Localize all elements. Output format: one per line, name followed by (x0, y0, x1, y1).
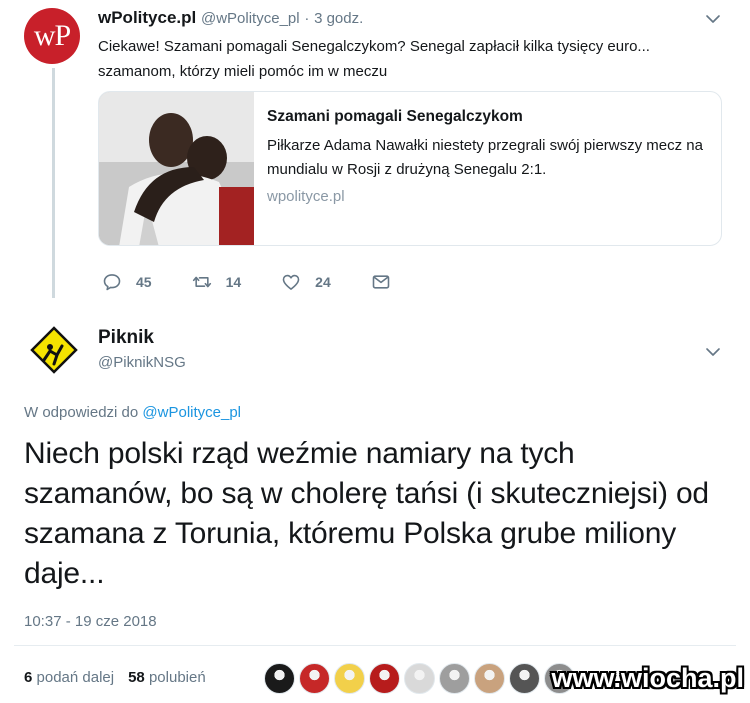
replying-mention[interactable]: @wPolityce_pl (142, 404, 241, 421)
retweets-stat[interactable]: 6 podań dalej (24, 669, 114, 686)
card-body: Szamani pomagali Senegalczykom Piłkarze … (254, 92, 721, 245)
tweet-stats: 6 podań dalej 58 polubień (24, 669, 206, 686)
thread-line (52, 68, 55, 298)
liker-avatar[interactable] (439, 663, 470, 694)
liker-avatar[interactable] (334, 663, 365, 694)
avatar-logo-text: wP (33, 19, 71, 52)
retweet-count: 14 (225, 274, 242, 290)
card-title: Szamani pomagali Senegalczykom (267, 108, 523, 125)
author-handle[interactable]: @wPolityce_pl (201, 10, 300, 27)
liker-avatar[interactable] (509, 663, 540, 694)
tweet-timestamp[interactable]: 10:37 - 19 cze 2018 (24, 613, 157, 630)
card-description: Piłkarze Adama Nawałki niestety przegral… (267, 137, 703, 178)
author-name[interactable]: wPolityce.pl (98, 8, 196, 27)
liker-avatars (264, 663, 579, 694)
replying-to: W odpowiedzi do @wPolityce_pl (24, 404, 241, 421)
liker-avatar[interactable] (264, 663, 295, 694)
reply-count: 45 (136, 274, 152, 290)
author-name[interactable]: Piknik (98, 327, 154, 349)
retweet-button[interactable]: 14 (192, 272, 242, 292)
card-image (99, 92, 254, 245)
author-handle[interactable]: @PiknikNSG (98, 354, 186, 371)
avatar[interactable]: wP (24, 8, 80, 64)
reply-button[interactable]: 45 (102, 272, 152, 292)
tweet-text: Niech polski rząd weźmie namiary na tych… (24, 437, 709, 590)
likes-count: 58 (128, 669, 145, 686)
liker-avatar[interactable] (299, 663, 330, 694)
tweet-actions: 45 14 24 (102, 272, 445, 292)
liker-avatar[interactable] (404, 663, 435, 694)
chevron-down-icon[interactable] (704, 10, 722, 28)
message-button[interactable] (371, 272, 405, 292)
likes-label: polubień (148, 669, 206, 686)
like-count: 24 (315, 274, 331, 290)
tweet-header: wPolityce.pl @wPolityce_pl · 3 godz. (98, 8, 363, 28)
retweets-count: 6 (24, 669, 33, 686)
reply-icon (103, 274, 121, 291)
like-icon (282, 274, 300, 290)
liker-avatar[interactable] (474, 663, 505, 694)
liker-avatar[interactable] (369, 663, 400, 694)
retweet-icon (192, 276, 211, 288)
link-card[interactable]: Szamani pomagali Senegalczykom Piłkarze … (98, 91, 722, 246)
tweet-time[interactable]: 3 godz. (314, 10, 363, 27)
likes-stat[interactable]: 58 polubień (128, 669, 206, 686)
separator: · (304, 10, 310, 27)
message-icon (372, 275, 390, 289)
like-button[interactable]: 24 (281, 272, 331, 292)
avatar[interactable] (24, 320, 84, 380)
tweet-text: Ciekawe! Szamani pomagali Senegalczykom?… (98, 38, 650, 80)
replying-label: W odpowiedzi do (24, 404, 139, 421)
card-domain: wpolityce.pl (267, 188, 345, 205)
watermark: www.wiocha.pl (551, 663, 744, 693)
retweets-label: podań dalej (36, 669, 115, 686)
divider (14, 645, 736, 646)
chevron-down-icon[interactable] (704, 343, 722, 361)
